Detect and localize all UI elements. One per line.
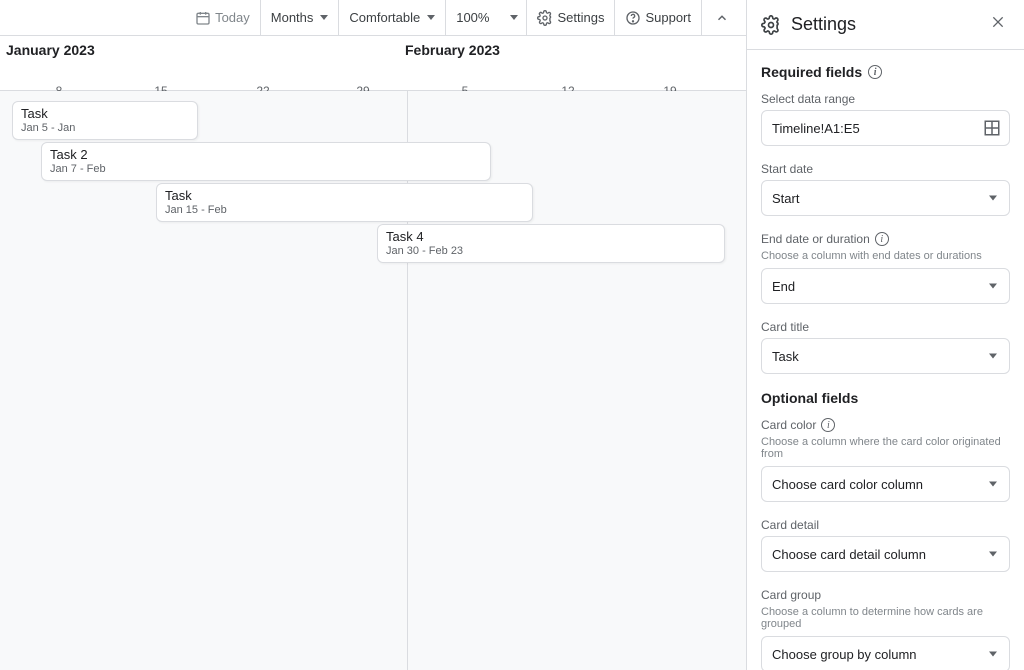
settings-label: Settings bbox=[557, 10, 604, 25]
card-title-select[interactable]: Task bbox=[761, 338, 1010, 374]
task-title: Task 4 bbox=[386, 229, 716, 244]
zoom-dropdown[interactable] bbox=[499, 0, 526, 35]
task-title: Task bbox=[21, 106, 189, 121]
settings-panel: Settings Required fields i Select data r… bbox=[747, 0, 1024, 670]
collapse-button[interactable] bbox=[702, 0, 742, 35]
today-button[interactable]: Today bbox=[185, 0, 260, 35]
support-label: Support bbox=[645, 10, 691, 25]
panel-title: Settings bbox=[791, 14, 976, 35]
task-card[interactable]: TaskJan 5 - Jan bbox=[12, 101, 198, 140]
end-date-hint: Choose a column with end dates or durati… bbox=[761, 250, 1010, 262]
task-dates: Jan 15 - Feb bbox=[165, 204, 524, 216]
task-dates: Jan 7 - Feb bbox=[50, 163, 482, 175]
timeline-body[interactable]: TaskJan 5 - JanTask 2Jan 7 - FebTaskJan … bbox=[0, 91, 746, 670]
card-group-hint: Choose a column to determine how cards a… bbox=[761, 606, 1010, 630]
task-title: Task 2 bbox=[50, 147, 482, 162]
card-detail-select[interactable]: Choose card detail column bbox=[761, 536, 1010, 572]
card-detail-label: Card detail bbox=[761, 518, 1010, 532]
task-dates: Jan 5 - Jan bbox=[21, 122, 189, 134]
start-date-label: Start date bbox=[761, 162, 1010, 176]
task-title: Task bbox=[165, 188, 524, 203]
info-icon[interactable]: i bbox=[868, 65, 882, 79]
card-title-label: Card title bbox=[761, 320, 1010, 334]
chevron-up-icon bbox=[714, 10, 730, 26]
month-label: February 2023 bbox=[405, 42, 500, 58]
card-color-label: Card color i bbox=[761, 418, 1010, 432]
grid-icon[interactable] bbox=[983, 119, 1001, 137]
info-icon[interactable]: i bbox=[821, 418, 835, 432]
close-button[interactable] bbox=[986, 10, 1010, 39]
end-date-select[interactable]: End bbox=[761, 268, 1010, 304]
card-group-label: Card group bbox=[761, 588, 1010, 602]
task-card[interactable]: Task 4Jan 30 - Feb 23 bbox=[377, 224, 725, 263]
zoom-button[interactable]: 100% bbox=[446, 0, 499, 35]
info-icon[interactable]: i bbox=[875, 232, 889, 246]
data-range-label: Select data range bbox=[761, 92, 1010, 106]
density-dropdown[interactable]: Comfortable bbox=[339, 0, 445, 35]
required-heading: Required fields i bbox=[761, 64, 1010, 80]
toolbar: Today Months Comfortable 100% Settings bbox=[0, 0, 746, 36]
settings-button[interactable]: Settings bbox=[527, 0, 614, 35]
start-date-select[interactable]: Start bbox=[761, 180, 1010, 216]
scale-dropdown[interactable]: Months bbox=[261, 0, 339, 35]
month-label: January 2023 bbox=[6, 42, 95, 58]
task-card[interactable]: Task 2Jan 7 - Feb bbox=[41, 142, 491, 181]
task-card[interactable]: TaskJan 15 - Feb bbox=[156, 183, 533, 222]
task-dates: Jan 30 - Feb 23 bbox=[386, 245, 716, 257]
today-label: Today bbox=[215, 10, 250, 25]
gear-icon bbox=[761, 15, 781, 35]
card-color-hint: Choose a column where the card color ori… bbox=[761, 436, 1010, 460]
gear-icon bbox=[537, 10, 553, 26]
end-date-label: End date or duration i bbox=[761, 232, 1010, 246]
help-icon bbox=[625, 10, 641, 26]
calendar-icon bbox=[195, 10, 211, 26]
card-group-select[interactable]: Choose group by column bbox=[761, 636, 1010, 670]
timeline-header: January 2023February 2023 815222951219 bbox=[0, 36, 746, 91]
support-button[interactable]: Support bbox=[615, 0, 701, 35]
card-color-select[interactable]: Choose card color column bbox=[761, 466, 1010, 502]
optional-heading: Optional fields bbox=[761, 390, 1010, 406]
data-range-input[interactable]: Timeline!A1:E5 bbox=[761, 110, 1010, 146]
